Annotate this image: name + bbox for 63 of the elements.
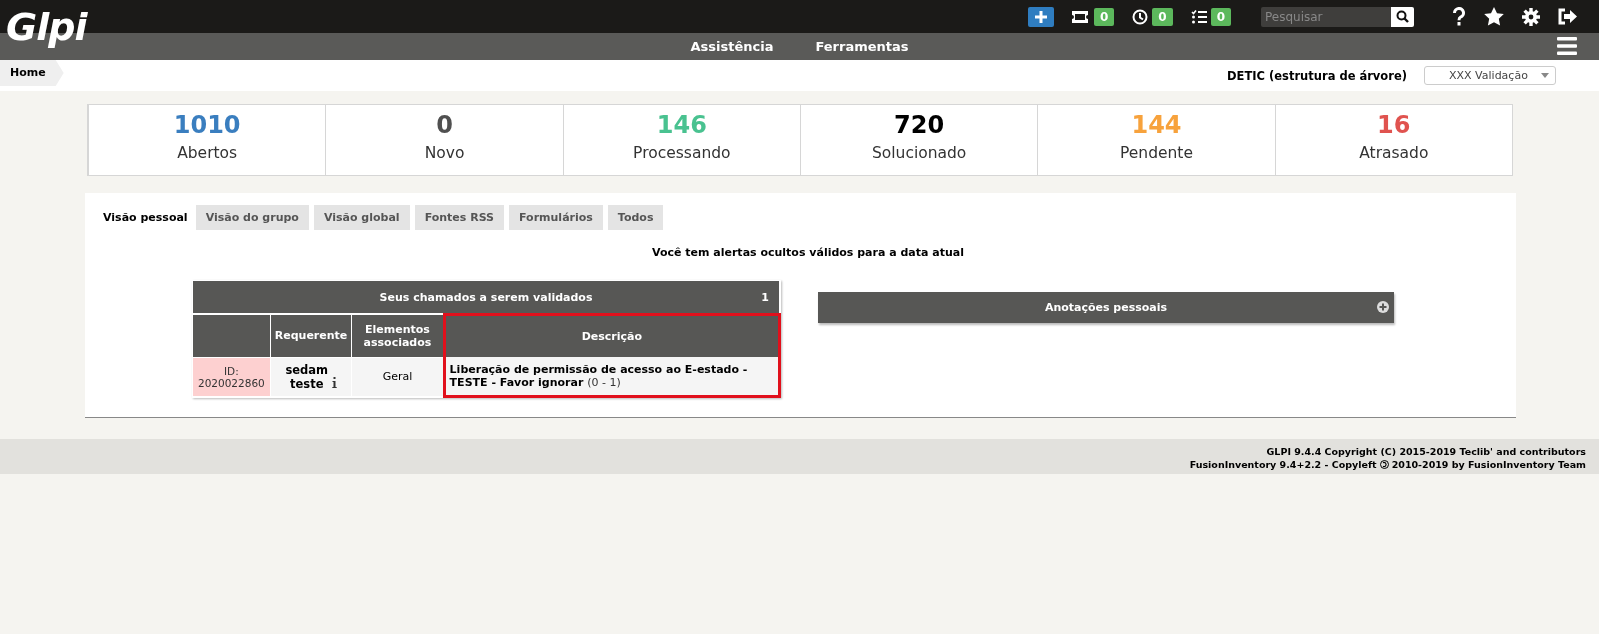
count-badge: 0: [1093, 7, 1115, 26]
stat-card[interactable]: 0 Novo: [325, 105, 563, 175]
menu-item[interactable]: Ferramentas: [815, 39, 909, 54]
stat-label: Pendente: [1120, 144, 1193, 162]
column-header: Descrição: [444, 314, 780, 357]
count-badge: 0: [1152, 7, 1173, 26]
stat-value: 1010: [173, 110, 241, 140]
tab[interactable]: Visão do grupo: [195, 205, 309, 230]
ticket-id: ID: 2020022860: [192, 357, 271, 397]
plus-icon: [1033, 9, 1048, 24]
copyleft-text: FusionInventory 9.4+2.2 - Copyleft: [1189, 459, 1377, 470]
stat-value: 0: [436, 110, 453, 140]
copyleft-icon: [1379, 460, 1389, 469]
alert-message: Você tem alertas ocultos válidos para a data atual: [651, 246, 965, 259]
menu-item[interactable]: Assistência: [690, 39, 774, 54]
stat-label: Novo: [424, 144, 465, 162]
stat-label: Abertos: [177, 144, 238, 162]
notes-title: Anotações pessoais: [1044, 301, 1168, 314]
star-icon[interactable]: [1484, 7, 1504, 26]
stat-card[interactable]: 146 Processando: [562, 105, 800, 175]
caret-icon: [1541, 73, 1549, 78]
count-badge: 0: [1210, 7, 1231, 26]
clock-icon[interactable]: [1132, 8, 1149, 25]
search-button[interactable]: [1391, 6, 1414, 27]
stat-card[interactable]: 144 Pendente: [1037, 105, 1275, 175]
settings-icon[interactable]: [1522, 7, 1540, 26]
stat-label: Processando: [633, 144, 731, 162]
glpi-logo[interactable]: Glpi: [6, 4, 87, 50]
menu-icon[interactable]: [1557, 37, 1577, 55]
add-button[interactable]: [1027, 6, 1054, 27]
stat-value: 144: [1131, 110, 1182, 140]
tab[interactable]: Formulários: [509, 205, 603, 230]
ticket-count: 1: [761, 291, 769, 304]
stat-value: 16: [1377, 110, 1411, 140]
help-icon[interactable]: [1452, 7, 1466, 26]
checklist-icon[interactable]: [1190, 8, 1207, 25]
entity-label: DETIC (estrutura de árvore): [1227, 68, 1407, 83]
tab[interactable]: Todos: [607, 205, 664, 230]
stat-card[interactable]: 720 Solucionado: [800, 105, 1038, 175]
info-icon[interactable]: [332, 376, 338, 388]
stat-value: 720: [894, 110, 945, 140]
breadcrumb-home[interactable]: Home: [0, 60, 64, 86]
tab[interactable]: Fontes RSS: [414, 205, 504, 230]
notes-header[interactable]: Anotações pessoais: [818, 292, 1394, 323]
stat-card[interactable]: 16 Atrasado: [1274, 105, 1512, 175]
copyright-text: GLPI 9.4.4 Copyright (C) 2015-2019 Teclib' and contributors: [1266, 446, 1586, 457]
stat-card[interactable]: 1010 Abertos: [88, 105, 326, 175]
stat-label: Solucionado: [871, 144, 967, 162]
stat-value: 146: [656, 110, 707, 140]
copyleft-text: 2010-2019 by FusionInventory Team: [1391, 459, 1586, 470]
ticket-icon[interactable]: [1069, 9, 1090, 24]
ticket-description[interactable]: Liberação de permissão de acesso ao E-estado - TESTE - Favor ignorar (0 - 1): [444, 357, 780, 397]
table-cell: Geral: [351, 357, 445, 397]
entity-select[interactable]: XXX Validação: [1424, 66, 1556, 85]
search-field[interactable]: Pesquisar: [1261, 6, 1391, 27]
stat-label: Atrasado: [1359, 144, 1429, 162]
column-header: Elementos associados: [351, 314, 445, 357]
column-header: Requerente: [270, 314, 352, 357]
tab[interactable]: Visão global: [313, 205, 410, 230]
table-title: Seus chamados a serem validados 1: [192, 280, 780, 315]
search-icon: [1396, 10, 1409, 23]
add-icon[interactable]: [1377, 301, 1389, 313]
logout-icon[interactable]: [1558, 8, 1577, 25]
